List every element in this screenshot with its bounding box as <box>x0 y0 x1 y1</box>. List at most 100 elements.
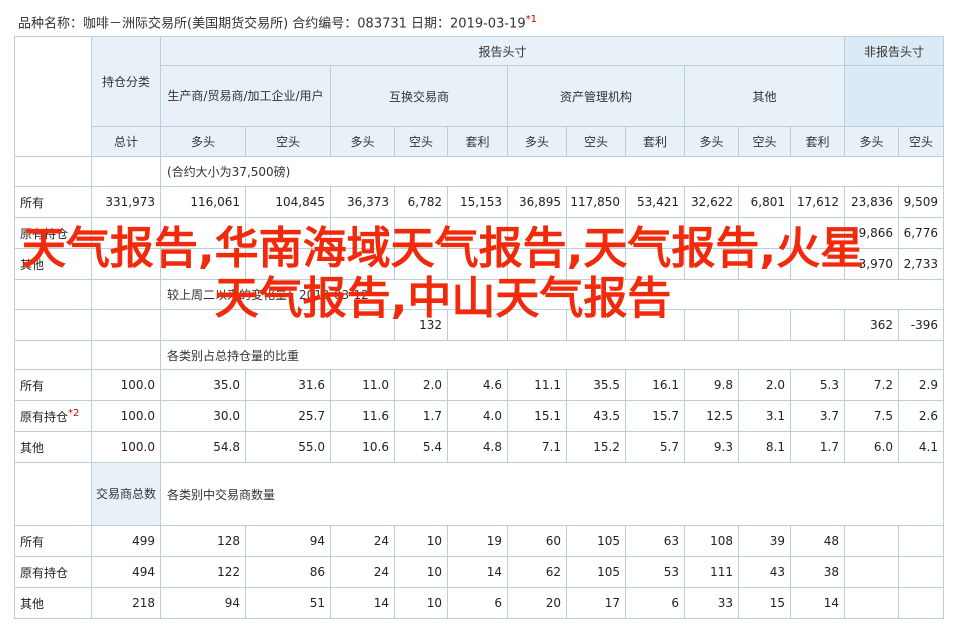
value-cell: 5.3 <box>790 369 845 401</box>
row-label: 所有 <box>14 525 92 557</box>
value-cell: 19,866 <box>844 217 899 249</box>
value-cell: 3.1 <box>738 400 791 432</box>
value-cell: 15.7 <box>625 400 685 432</box>
value-cell <box>738 217 791 249</box>
value-cell: 25.7 <box>245 400 331 432</box>
value-cell: 6,801 <box>738 186 791 218</box>
value-cell: 100.0 <box>91 431 161 463</box>
value-cell: 15.2 <box>566 431 626 463</box>
percents-row: 所有 100.0 35.0 31.6 11.0 2.0 4.6 11.1 35.5 16.1 9.8… <box>14 369 944 401</box>
value-cell: 5.4 <box>394 431 448 463</box>
other-reportable-header: 其他 <box>684 65 845 127</box>
value-cell: 105 <box>566 525 626 557</box>
value-cell <box>844 556 899 588</box>
value-cell: 36,895 <box>507 186 567 218</box>
value-cell: 15.1 <box>507 400 567 432</box>
row-label: 其他 <box>14 248 92 280</box>
value-cell: 108 <box>684 525 739 557</box>
value-cell: 4.1 <box>898 431 944 463</box>
value-cell: 19 <box>447 525 508 557</box>
value-cell: 15 <box>738 587 791 619</box>
swap-spread-header: 套利 <box>447 126 508 157</box>
producer-short-header: 空头 <box>245 126 331 157</box>
swap-dealer-header: 互换交易商 <box>330 65 508 127</box>
value-cell <box>447 248 508 280</box>
value-cell: 362 <box>844 309 899 341</box>
value-cell: 4.0 <box>447 400 508 432</box>
value-cell: 7.1 <box>507 431 567 463</box>
value-cell <box>625 309 685 341</box>
value-cell: 100.0 <box>91 369 161 401</box>
nonrep-short-header: 空头 <box>898 126 944 157</box>
value-cell: 17 <box>566 587 626 619</box>
value-cell: 128 <box>160 525 246 557</box>
value-cell <box>898 556 944 588</box>
row-label: 原有持仓 <box>14 556 92 588</box>
value-cell <box>625 248 685 280</box>
value-cell <box>566 309 626 341</box>
value-cell: 20 <box>507 587 567 619</box>
value-cell: 15,153 <box>447 186 508 218</box>
value-cell <box>790 217 845 249</box>
nonrep-long-header: 多头 <box>844 126 899 157</box>
value-cell: 6.0 <box>844 431 899 463</box>
value-cell <box>245 248 331 280</box>
value-cell: 11.1 <box>507 369 567 401</box>
value-cell: 117,850 <box>566 186 626 218</box>
value-cell: 55.0 <box>245 431 331 463</box>
non-report-blank-header <box>844 65 944 127</box>
value-cell: 1.7 <box>790 431 845 463</box>
value-cell: 33 <box>684 587 739 619</box>
value-cell: 35.0 <box>160 369 246 401</box>
value-cell <box>91 309 161 341</box>
value-cell: 10 <box>394 556 448 588</box>
value-cell: 53 <box>625 556 685 588</box>
value-cell: 331,973 <box>91 186 161 218</box>
value-cell <box>245 309 331 341</box>
row-label: 其他 <box>14 431 92 463</box>
value-cell: 43 <box>738 556 791 588</box>
value-cell: 7.5 <box>844 400 899 432</box>
value-cell <box>394 217 448 249</box>
positions-row: 原有持仓 19,866 6,776 <box>14 217 944 249</box>
changes-row: 132 362 -396 <box>14 309 944 341</box>
change-note-row: 较上周二以来的变化量：2019-03-12 <box>14 279 944 310</box>
value-cell <box>245 217 331 249</box>
value-cell: 14 <box>330 587 395 619</box>
value-cell <box>91 217 161 249</box>
value-cell <box>330 248 395 280</box>
trader-count-note: 各类别中交易商数量 <box>160 462 944 526</box>
value-cell <box>844 587 899 619</box>
title-footnote-mark: *1 <box>525 14 537 25</box>
value-cell: 31.6 <box>245 369 331 401</box>
cot-report-table: 持仓分类 报告头寸 非报告头寸 生产商/贸易商/加工企业/用户 互换交易商 资产… <box>14 36 944 619</box>
value-cell <box>790 248 845 280</box>
row-label <box>14 309 92 341</box>
value-cell: 35.5 <box>566 369 626 401</box>
value-cell <box>447 309 508 341</box>
value-cell: 2.9 <box>898 369 944 401</box>
value-cell: 62 <box>507 556 567 588</box>
mm-long-header: 多头 <box>507 126 567 157</box>
managed-money-header: 资产管理机构 <box>507 65 685 127</box>
value-cell <box>684 248 739 280</box>
value-cell: 60 <box>507 525 567 557</box>
pct-note: 各类别占总持仓量的比重 <box>160 340 944 370</box>
value-cell: 43.5 <box>566 400 626 432</box>
value-cell <box>507 217 567 249</box>
value-cell: 94 <box>245 525 331 557</box>
row-label: 所有 <box>14 369 92 401</box>
value-cell: 17,612 <box>790 186 845 218</box>
value-cell: 122 <box>160 556 246 588</box>
pct-note-row: 各类别占总持仓量的比重 <box>14 340 944 370</box>
value-cell <box>566 248 626 280</box>
producer-long-header: 多头 <box>160 126 246 157</box>
value-cell: 104,845 <box>245 186 331 218</box>
mm-short-header: 空头 <box>566 126 626 157</box>
value-cell: 16.1 <box>625 369 685 401</box>
value-cell <box>844 525 899 557</box>
value-cell <box>330 217 395 249</box>
value-cell: 10 <box>394 525 448 557</box>
value-cell: -396 <box>898 309 944 341</box>
value-cell <box>160 309 246 341</box>
